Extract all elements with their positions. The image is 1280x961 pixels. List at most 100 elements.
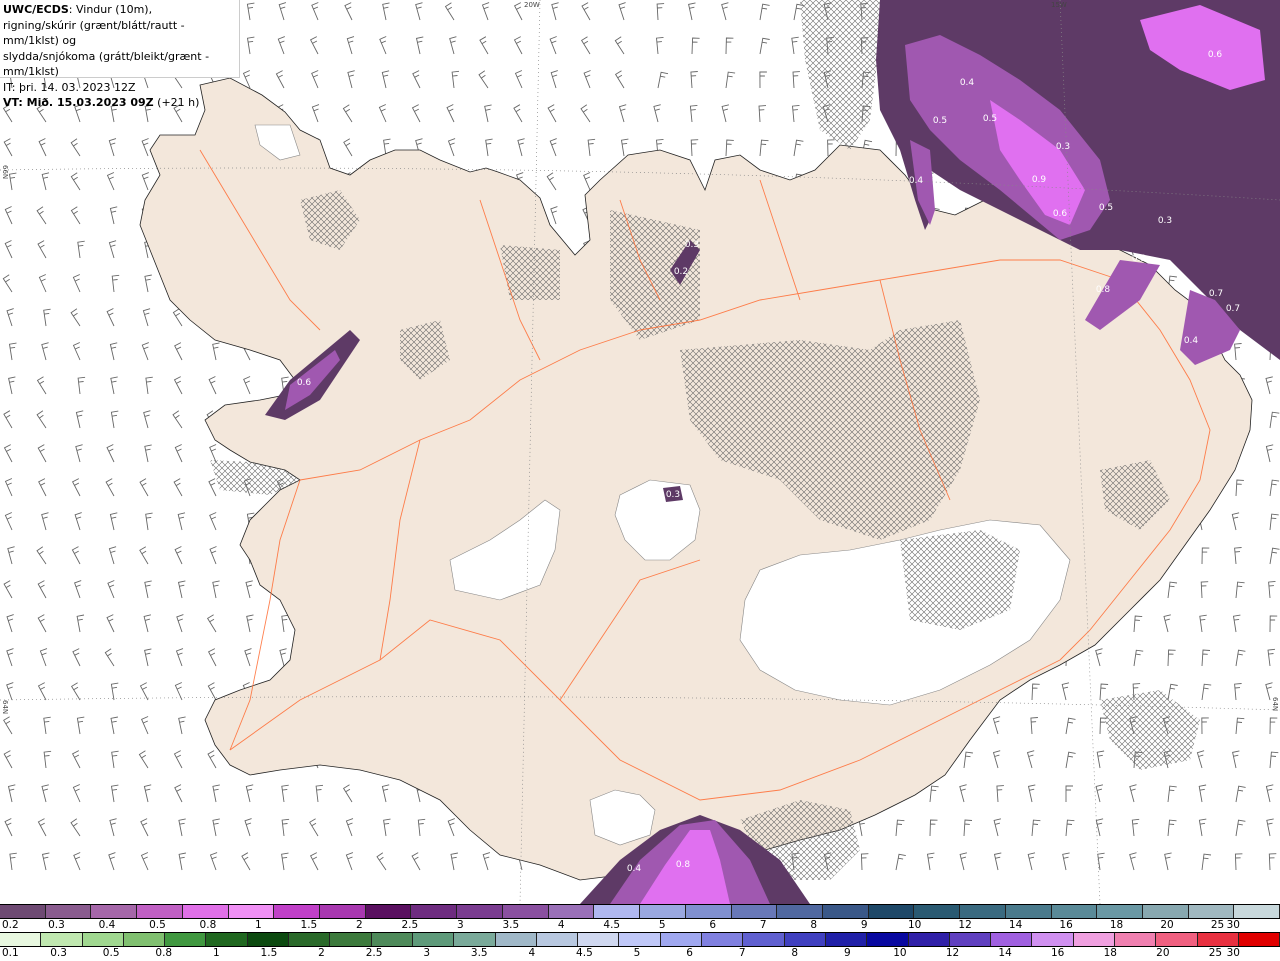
snow-legend-swatch: [365, 905, 412, 918]
info-line-3: slydda/snjókoma (grátt/bleikt/grænt - mm…: [3, 49, 210, 79]
precip-value: 0.4: [909, 176, 924, 186]
snow-legend-swatch: [1005, 905, 1052, 918]
snow-legend-swatch: [274, 905, 321, 918]
rain-legend-swatch: [206, 933, 248, 946]
snow-legend-label: 10: [907, 919, 922, 931]
rain-legend-label: 25: [1208, 947, 1223, 959]
rain-legend-label: 8: [791, 947, 799, 959]
snow-legend: 0.2 0.3 0.4 0.5 0.8 1 1.5 2 2.5 3 3.5 4 4.5 5 6 7 8 9 10 12…: [0, 904, 1280, 932]
rain-legend-swatch: [1073, 933, 1116, 946]
info-line-1-rest: : Vindur (10m),: [68, 3, 153, 16]
rain-legend-swatch: [495, 933, 537, 946]
snow-legend-label: 1.5: [300, 919, 318, 931]
rain-legend-label: 0.8: [155, 947, 173, 959]
precip-value: 0.5: [983, 114, 997, 124]
snow-legend-swatch: [594, 905, 641, 918]
snow-legend-swatch: [457, 905, 503, 918]
coord-label-15w: 15W: [1051, 1, 1067, 9]
precip-value: 0.3: [685, 240, 699, 250]
precip-value: 0.3: [1056, 142, 1070, 152]
snow-legend-label: 4.5: [603, 919, 621, 931]
valid-time-offset: (+21 h): [153, 96, 200, 109]
rain-legend-swatch: [578, 933, 620, 946]
rain-legend-label: 2: [318, 947, 325, 959]
snow-legend-label: 3: [456, 919, 464, 931]
snow-legend-label: 25: [1210, 919, 1225, 931]
rain-legend-swatch: [619, 933, 661, 946]
precip-value: 0.8: [1096, 285, 1111, 295]
precip-value: 0.7: [1209, 289, 1223, 299]
snow-legend-swatch: [1188, 905, 1235, 918]
valid-time-prefix: VT:: [3, 96, 23, 109]
precip-value: 0.4: [627, 864, 642, 874]
precip-value: 0.4: [1184, 336, 1199, 346]
rain-legend-label: 0.3: [50, 947, 67, 959]
rain-legend-swatch: [165, 933, 207, 946]
rain-legend-swatch: [82, 933, 124, 946]
snow-legend-label: 16: [1059, 919, 1073, 931]
rain-legend-label: 10: [893, 947, 907, 959]
rain-legend-swatch: [743, 933, 785, 946]
rain-legend-label: 9: [843, 947, 851, 959]
rain-legend-swatch: [702, 933, 744, 946]
rain-legend-label: 1.5: [260, 947, 278, 959]
snow-legend-label: 9: [860, 919, 868, 931]
snow-legend-swatch: [1142, 905, 1189, 918]
precip-value: 0.3: [666, 490, 680, 500]
snow-legend-swatch: [640, 905, 686, 918]
rain-legend-swatch: [330, 933, 372, 946]
snow-legend-swatch: [1097, 905, 1143, 918]
rain-legend-swatch: [991, 933, 1033, 946]
precip-value: 0.5: [933, 116, 947, 126]
precip-value: 0.5: [1099, 203, 1113, 213]
snow-legend-label: 14: [1008, 919, 1023, 931]
info-line-2: rigning/skúrir (grænt/blátt/rautt - mm/1…: [3, 18, 185, 48]
rain-legend-swatch: [1115, 933, 1157, 946]
rain-legend-labels: 0.1 0.3 0.5 0.8 1 1.5 2 2.5 3 3.5 4 4.5 5 6 7 8 9 10 12 14 1…: [0, 947, 1280, 961]
snow-legend-swatch: [1051, 905, 1098, 918]
rain-legend-swatch: [371, 933, 413, 946]
snow-legend-label: 18: [1109, 919, 1124, 931]
snow-legend-swatch: [1234, 905, 1280, 918]
precip-value: 0.3: [1132, 254, 1146, 264]
rain-legend-swatch: [41, 933, 83, 946]
rain-legend-label: 20: [1156, 947, 1170, 959]
rain-legend-swatch: [867, 933, 909, 946]
rain-legend-label: 3.5: [470, 947, 488, 959]
snow-legend-label: 30: [1226, 919, 1240, 931]
snow-legend-label: 0.2: [2, 919, 19, 931]
snow-legend-swatch: [731, 905, 778, 918]
snow-legend-swatch: [960, 905, 1006, 918]
snow-legend-swatch: [0, 905, 46, 918]
snow-legend-label: 3.5: [502, 919, 520, 931]
info-line-1: UWC/ECDS: Vindur (10m),: [3, 2, 236, 18]
rain-legend-label: 5: [633, 947, 641, 959]
rain-legend-label: 6: [686, 947, 693, 959]
snow-legend-label: 12: [958, 919, 972, 931]
precip-value: 0.6: [1208, 50, 1223, 60]
snow-legend-label: 5: [658, 919, 666, 931]
coord-label-64n-left: 64N: [1, 700, 9, 715]
coord-label-66n: 66N: [1, 165, 9, 180]
precip-value: 0.6: [297, 378, 312, 388]
rain-legend-swatch: [660, 933, 703, 946]
rain-legend-label: 14: [998, 947, 1012, 959]
rain-legend-label: 4: [528, 947, 536, 959]
snow-legend-label: 4: [557, 919, 565, 931]
rain-legend-swatch: [1197, 933, 1239, 946]
rain-legend-label: 0.1: [2, 947, 19, 959]
snow-legend-swatch: [868, 905, 915, 918]
snow-legend-label: 0.3: [48, 919, 65, 931]
rain-legend-swatch: [412, 933, 455, 946]
snow-legend-swatch: [320, 905, 366, 918]
initial-time: IT: þri. 14. 03. 2023 12Z: [3, 80, 136, 94]
forecast-info-box: UWC/ECDS: Vindur (10m), rigning/skúrir (…: [0, 0, 240, 109]
snow-legend-swatch: [502, 905, 549, 918]
rain-legend-label: 3: [423, 947, 430, 959]
rain-legend-swatch: [454, 933, 496, 946]
precip-value: 0.9: [1032, 175, 1047, 185]
rain-legend-label: 4.5: [576, 947, 593, 959]
rain-legend-swatch: [1156, 933, 1198, 946]
rain-legend-label: 1: [212, 947, 220, 959]
rain-legend-swatch: [784, 933, 826, 946]
